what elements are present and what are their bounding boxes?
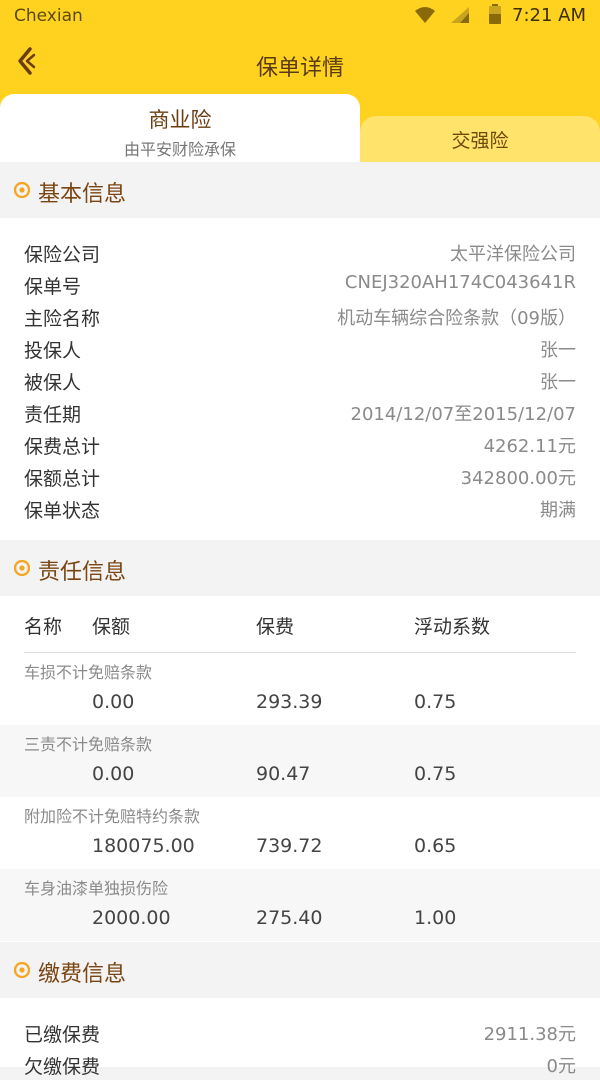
info-value: 0元 bbox=[546, 1056, 576, 1077]
section-title-basic: 基本信息 bbox=[38, 182, 127, 207]
info-row-company: 保险公司 太平洋保险公司 bbox=[0, 236, 600, 268]
info-value: 342800.00元 bbox=[460, 468, 576, 489]
info-key: 保额总计 bbox=[24, 468, 101, 490]
section-title-payment: 缴费信息 bbox=[38, 962, 127, 987]
coverage-fee: 293.39 bbox=[256, 691, 323, 713]
info-value: 4262.11元 bbox=[483, 436, 576, 457]
swirl-icon bbox=[14, 182, 30, 198]
info-row-total-premium: 保费总计 4262.11元 bbox=[0, 428, 600, 460]
info-value: 期满 bbox=[540, 500, 576, 521]
coverage-table-header: 名称 保额 保费 浮动系数 bbox=[0, 596, 600, 653]
section-header-basic: 基本信息 bbox=[0, 162, 600, 218]
info-row-period: 责任期 2014/12/07至2015/12/07 bbox=[0, 396, 600, 428]
section-header-coverage: 责任信息 bbox=[0, 540, 600, 596]
info-row-policy-number: 保单号 CNEJ320AH174C043641R bbox=[0, 268, 600, 300]
signal-icon bbox=[451, 7, 469, 23]
coverage-amount: 0.00 bbox=[92, 691, 135, 713]
info-row-insured: 被保人 张一 bbox=[0, 364, 600, 396]
table-row: 车损不计免赔条款 0.00 293.39 0.75 bbox=[0, 653, 600, 725]
carrier-label: Chexian bbox=[14, 6, 83, 26]
coverage-coefficient: 0.65 bbox=[414, 835, 457, 857]
info-value: CNEJ320AH174C043641R bbox=[344, 272, 576, 293]
basic-info-panel: 保险公司 太平洋保险公司 保单号 CNEJ320AH174C043641R 主险… bbox=[0, 218, 600, 540]
coverage-fee: 90.47 bbox=[256, 763, 311, 785]
swirl-icon bbox=[14, 962, 30, 978]
column-header-fee: 保费 bbox=[256, 616, 295, 638]
coverage-amount: 0.00 bbox=[92, 763, 135, 785]
coverage-coefficient: 0.75 bbox=[414, 763, 457, 785]
section-title-coverage: 责任信息 bbox=[38, 560, 127, 585]
info-key: 保险公司 bbox=[24, 244, 101, 266]
info-key: 保单号 bbox=[24, 276, 82, 298]
tab-compulsory-insurance[interactable]: 交强险 bbox=[360, 116, 600, 162]
info-key: 已缴保费 bbox=[24, 1024, 101, 1046]
info-value: 2014/12/07至2015/12/07 bbox=[350, 404, 577, 425]
table-row: 车身油漆单独损伤险 2000.00 275.40 1.00 bbox=[0, 869, 600, 941]
info-row-unpaid-premium: 欠缴保费 0元 bbox=[0, 1048, 600, 1080]
table-row: 三责不计免赔条款 0.00 90.47 0.75 bbox=[0, 725, 600, 797]
info-key: 欠缴保费 bbox=[24, 1056, 101, 1078]
coverage-name: 车身油漆单独损伤险 bbox=[24, 879, 169, 898]
coverage-name: 三责不计免赔条款 bbox=[24, 735, 153, 754]
info-key: 主险名称 bbox=[24, 308, 101, 330]
battery-icon bbox=[489, 4, 501, 24]
coverage-table: 名称 保额 保费 浮动系数 车损不计免赔条款 0.00 293.39 0.75 … bbox=[0, 596, 600, 942]
info-value: 张一 bbox=[540, 372, 576, 393]
payment-info-panel: 已缴保费 2911.38元 欠缴保费 0元 bbox=[0, 998, 600, 1078]
coverage-amount: 180075.00 bbox=[92, 835, 195, 857]
info-key: 投保人 bbox=[24, 340, 82, 362]
info-row-paid-premium: 已缴保费 2911.38元 bbox=[0, 1016, 600, 1048]
coverage-coefficient: 1.00 bbox=[414, 907, 457, 929]
column-header-amount: 保额 bbox=[92, 616, 131, 638]
clock-time: 7:21 AM bbox=[512, 5, 586, 26]
info-key: 保费总计 bbox=[24, 436, 101, 458]
coverage-coefficient: 0.75 bbox=[414, 691, 457, 713]
status-bar: Chexian 7:21 AM bbox=[0, 0, 600, 32]
info-row-main-plan: 主险名称 机动车辆综合险条款（09版） bbox=[0, 300, 600, 332]
swirl-icon bbox=[14, 560, 30, 576]
coverage-name: 附加险不计免赔特约条款 bbox=[24, 807, 201, 826]
info-row-status: 保单状态 期满 bbox=[0, 492, 600, 524]
column-header-coefficient: 浮动系数 bbox=[414, 616, 491, 638]
info-key: 被保人 bbox=[24, 372, 82, 394]
info-key: 保单状态 bbox=[24, 500, 101, 522]
info-key: 责任期 bbox=[24, 404, 82, 426]
info-row-policyholder: 投保人 张一 bbox=[0, 332, 600, 364]
info-value: 机动车辆综合险条款（09版） bbox=[337, 308, 576, 329]
coverage-fee: 739.72 bbox=[256, 835, 323, 857]
info-row-total-coverage: 保额总计 342800.00元 bbox=[0, 460, 600, 492]
coverage-name: 车损不计免赔条款 bbox=[24, 663, 153, 682]
section-header-payment: 缴费信息 bbox=[0, 942, 600, 998]
app-header: 保单详情 bbox=[0, 32, 600, 94]
wifi-icon bbox=[415, 7, 435, 23]
coverage-fee: 275.40 bbox=[256, 907, 323, 929]
coverage-amount: 2000.00 bbox=[92, 907, 171, 929]
tab-commercial-label: 商业险 bbox=[148, 108, 212, 132]
info-value: 太平洋保险公司 bbox=[450, 244, 576, 265]
column-header-name: 名称 bbox=[24, 616, 63, 638]
tab-commercial-insurance[interactable]: 商业险 由平安财险承保 bbox=[0, 94, 360, 162]
insurance-type-tabs: 商业险 由平安财险承保 交强险 bbox=[0, 94, 600, 162]
table-row: 附加险不计免赔特约条款 180075.00 739.72 0.65 bbox=[0, 797, 600, 869]
tab-commercial-sublabel: 由平安财险承保 bbox=[123, 140, 236, 159]
tab-compulsory-label: 交强险 bbox=[451, 130, 509, 152]
info-value: 张一 bbox=[540, 340, 576, 361]
page-title: 保单详情 bbox=[255, 56, 344, 81]
info-value: 2911.38元 bbox=[483, 1024, 576, 1045]
